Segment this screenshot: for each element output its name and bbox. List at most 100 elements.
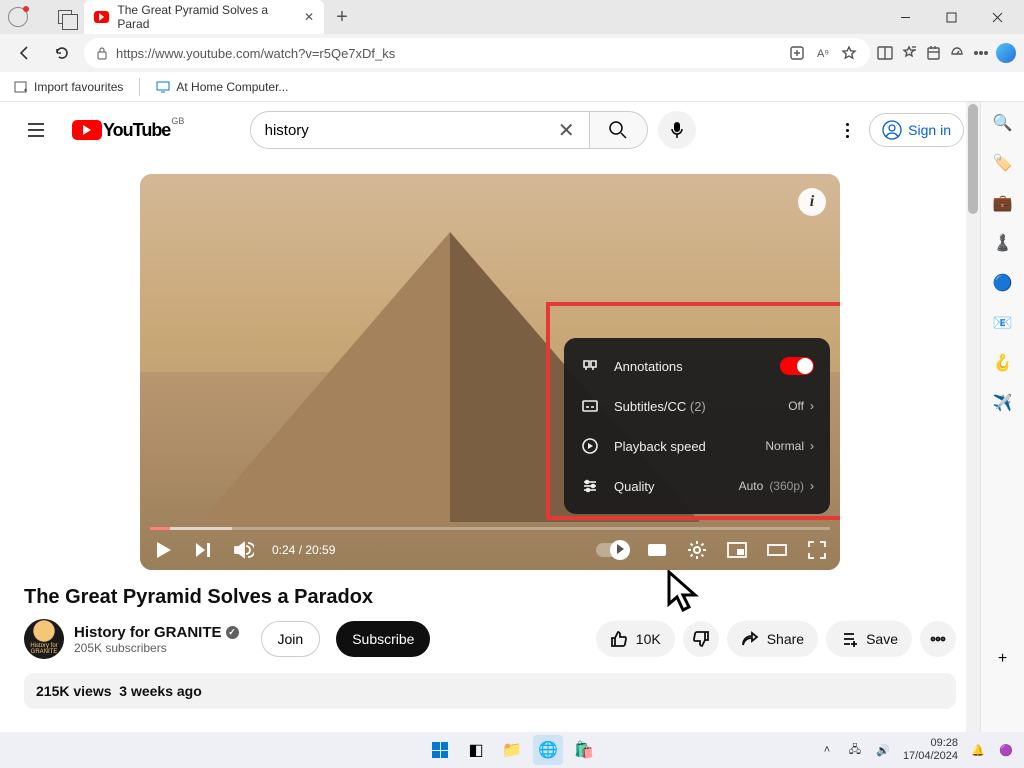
address-bar-row: https://www.youtube.com/watch?v=r5Qe7xDf… — [0, 34, 1024, 72]
store-icon[interactable]: 🛍️ — [569, 735, 599, 765]
annotations-toggle[interactable] — [780, 357, 814, 375]
menu-annotations[interactable]: Annotations — [564, 346, 830, 386]
edge-taskbar-icon[interactable]: 🌐 — [533, 735, 563, 765]
menu-quality[interactable]: Quality Auto (360p)› — [564, 466, 830, 506]
performance-icon[interactable] — [948, 44, 966, 62]
voice-search-button[interactable] — [658, 111, 696, 149]
workspaces-icon[interactable] — [58, 10, 72, 24]
taskview-icon[interactable]: ◧ — [461, 735, 491, 765]
refresh-button[interactable] — [46, 37, 78, 69]
copilot-icon[interactable] — [996, 43, 1016, 63]
import-favourites-link[interactable]: Import favourites — [14, 80, 123, 94]
tray-expand-icon[interactable]: ˄ — [819, 742, 835, 758]
page-scrollbar[interactable]: ▴ ▾ — [966, 102, 980, 768]
verified-icon: ✓ — [226, 626, 239, 639]
youtube-logo[interactable]: YouTube GB — [72, 120, 170, 141]
like-button[interactable]: 10K — [596, 621, 675, 657]
sidebar-drop-icon[interactable]: 🪝 — [992, 352, 1014, 374]
theater-button[interactable] — [766, 539, 788, 561]
captions-button[interactable] — [646, 539, 668, 561]
monitor-icon — [156, 81, 170, 93]
subscribe-button[interactable]: Subscribe — [336, 621, 430, 657]
video-meta-row: History forGRANITE History for GRANITE✓ … — [0, 619, 980, 659]
favourite-icon[interactable] — [840, 44, 858, 62]
page-content: ▴ ▾ YouTube GB ✕ — [0, 102, 980, 768]
youtube-logo-icon — [72, 120, 102, 140]
video-player[interactable]: i Annotations Subtitles/CC (2) Off› Play… — [140, 174, 840, 570]
browser-tab[interactable]: The Great Pyramid Solves a Parad ✕ — [84, 0, 324, 34]
youtube-more-button[interactable] — [838, 115, 857, 146]
address-bar[interactable]: https://www.youtube.com/watch?v=r5Qe7xDf… — [84, 38, 870, 68]
channel-name[interactable]: History for GRANITE✓ — [74, 624, 239, 641]
clear-search-icon[interactable]: ✕ — [558, 118, 575, 143]
volume-tray-icon[interactable]: 🔊 — [875, 742, 891, 758]
info-card-icon[interactable]: i — [798, 188, 826, 216]
scroll-thumb[interactable] — [968, 104, 978, 214]
read-aloud-icon[interactable]: A⁹ — [814, 44, 832, 62]
channel-avatar[interactable]: History forGRANITE — [24, 619, 64, 659]
settings-button[interactable] — [686, 539, 708, 561]
taskbar: ◧ 📁 🌐 🛍️ ˄ 🖧 🔊 09:28 17/04/2024 🔔 🟣 — [0, 732, 1024, 768]
network-icon[interactable]: 🖧 — [847, 742, 863, 758]
play-button[interactable] — [152, 539, 174, 561]
profile-icon[interactable] — [8, 7, 28, 27]
star-plus-icon — [14, 80, 28, 94]
edge-sidebar: 🔍 🏷️ 💼 ♟️ 🔵 📧 🪝 ✈️ + ⚙ — [980, 102, 1024, 768]
more-actions-button[interactable] — [920, 621, 956, 657]
extensions-icon[interactable] — [788, 44, 806, 62]
menu-button[interactable] — [16, 110, 56, 150]
search-button[interactable] — [590, 111, 648, 149]
fullscreen-button[interactable] — [806, 539, 828, 561]
maximize-button[interactable] — [932, 3, 970, 31]
next-button[interactable] — [192, 539, 214, 561]
annotations-icon — [580, 356, 600, 376]
user-icon — [882, 120, 902, 140]
split-screen-icon[interactable] — [876, 44, 894, 62]
window-titlebar: The Great Pyramid Solves a Parad ✕ + — [0, 0, 1024, 34]
tab-close-icon[interactable]: ✕ — [304, 10, 314, 24]
lock-icon — [96, 46, 108, 60]
sidebar-outlook-icon[interactable]: 📧 — [992, 312, 1014, 334]
autoplay-toggle[interactable] — [596, 543, 628, 557]
youtube-header: YouTube GB ✕ Sign in — [0, 102, 980, 158]
sidebar-office-icon[interactable]: 🔵 — [992, 272, 1014, 294]
search-input[interactable] — [265, 122, 558, 139]
copilot-tray-icon[interactable]: 🟣 — [998, 742, 1014, 758]
more-icon[interactable] — [972, 44, 990, 62]
tab-title: The Great Pyramid Solves a Parad — [117, 3, 296, 31]
video-title: The Great Pyramid Solves a Paradox — [24, 586, 980, 609]
sidebar-shopping-icon[interactable]: 🏷️ — [992, 152, 1014, 174]
system-clock[interactable]: 09:28 17/04/2024 — [903, 737, 958, 763]
back-button[interactable] — [8, 37, 40, 69]
close-window-button[interactable] — [978, 3, 1016, 31]
bookmark-item[interactable]: At Home Computer... — [156, 80, 288, 94]
sidebar-add-icon[interactable]: + — [992, 648, 1014, 670]
join-button[interactable]: Join — [261, 621, 321, 657]
new-tab-button[interactable]: + — [328, 3, 356, 31]
share-button[interactable]: Share — [727, 621, 818, 657]
collections-icon[interactable] — [924, 44, 942, 62]
miniplayer-button[interactable] — [726, 539, 748, 561]
explorer-icon[interactable]: 📁 — [497, 735, 527, 765]
sidebar-tools-icon[interactable]: 💼 — [992, 192, 1014, 214]
region-label: GB — [171, 116, 184, 126]
quality-icon — [580, 476, 600, 496]
description-box[interactable]: 215K views 3 weeks ago — [24, 673, 956, 709]
subtitles-icon — [580, 396, 600, 416]
save-button[interactable]: Save — [826, 621, 912, 657]
url-text: https://www.youtube.com/watch?v=r5Qe7xDf… — [116, 46, 780, 61]
start-button[interactable] — [425, 735, 455, 765]
volume-button[interactable] — [232, 539, 254, 561]
subscriber-count: 205K subscribers — [74, 641, 239, 655]
favourites-list-icon[interactable] — [900, 44, 918, 62]
signin-button[interactable]: Sign in — [869, 113, 964, 147]
menu-playback-speed[interactable]: Playback speed Normal› — [564, 426, 830, 466]
minimize-button[interactable] — [886, 3, 924, 31]
menu-subtitles[interactable]: Subtitles/CC (2) Off› — [564, 386, 830, 426]
sidebar-games-icon[interactable]: ♟️ — [992, 232, 1014, 254]
dislike-button[interactable] — [683, 621, 719, 657]
player-settings-menu: Annotations Subtitles/CC (2) Off› Playba… — [564, 338, 830, 514]
sidebar-telegram-icon[interactable]: ✈️ — [992, 392, 1014, 414]
notifications-icon[interactable]: 🔔 — [970, 742, 986, 758]
sidebar-search-icon[interactable]: 🔍 — [992, 112, 1014, 134]
